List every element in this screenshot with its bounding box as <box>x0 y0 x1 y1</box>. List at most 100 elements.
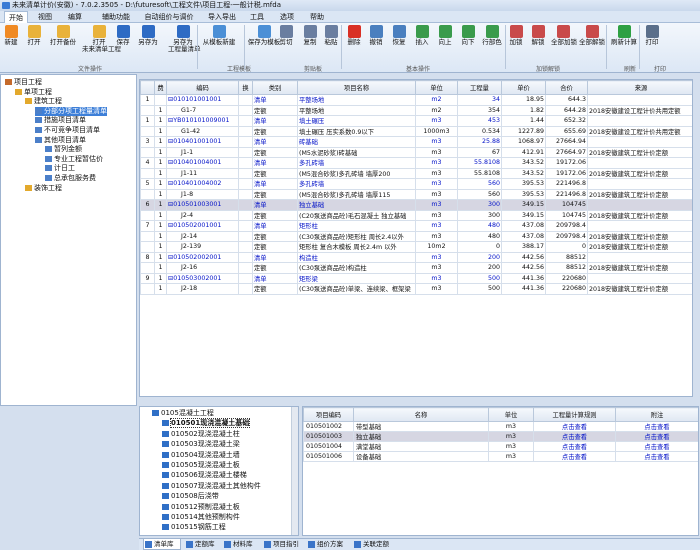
grid-cell[interactable] <box>238 94 253 106</box>
grid-cell[interactable]: 多孔砖墙 <box>297 157 416 169</box>
grid-cell[interactable] <box>238 104 253 116</box>
grid-cell[interactable]: m3 <box>415 157 458 169</box>
grid-cell[interactable]: 定额 <box>252 241 298 253</box>
grid-cell[interactable] <box>140 188 155 200</box>
library-cell[interactable]: 点击查看 <box>533 441 616 452</box>
tree-node[interactable]: 计日工 <box>45 164 75 173</box>
grid-cell[interactable]: 清单 <box>252 178 298 190</box>
grid-cell[interactable]: 清单 <box>252 94 298 106</box>
grid-cell[interactable]: 1.82 <box>501 104 546 116</box>
row-color-button[interactable]: 行部色 <box>481 25 503 46</box>
tab-0[interactable]: 开始 <box>4 11 28 23</box>
grid-cell[interactable]: 442.56 <box>501 262 546 274</box>
grid-cell[interactable]: ⊟010101001001 <box>166 94 239 106</box>
library-cell[interactable]: 满堂基础 <box>353 441 489 452</box>
grid-cell[interactable] <box>140 167 155 179</box>
grid-cell[interactable]: m3 <box>415 220 458 232</box>
grid-cell[interactable]: 1 <box>154 104 167 116</box>
tree-node[interactable]: 不可竞争项目清单 <box>35 126 100 135</box>
grid-cell[interactable]: m3 <box>415 136 458 148</box>
grid-cell[interactable]: 1 <box>154 167 167 179</box>
grid-cell[interactable]: 定额 <box>252 167 298 179</box>
library-column-header[interactable]: 名称 <box>353 407 489 422</box>
grid-cell[interactable]: 1 <box>154 136 167 148</box>
save-as-button[interactable]: 另存为 <box>138 25 158 46</box>
grid-cell[interactable]: 1 <box>154 220 167 232</box>
grid-cell[interactable]: 441.36 <box>501 283 546 295</box>
grid-cell[interactable]: m3 <box>415 209 458 221</box>
grid-cell[interactable]: 221496.8 <box>545 188 588 200</box>
grid-cell[interactable]: 定额 <box>252 125 298 137</box>
grid-cell[interactable]: 清单 <box>252 136 298 148</box>
grid-cell[interactable] <box>587 251 692 263</box>
library-tree-node[interactable]: 010501现浇混凝土基础 <box>162 418 251 429</box>
grid-cell[interactable]: 清单 <box>252 157 298 169</box>
grid-cell[interactable]: 8 <box>140 251 155 263</box>
table-row[interactable]: 6 1 ⊟010501003001 清单 独立基础 m3 300 349.15 104745 <box>140 199 692 211</box>
library-cell[interactable]: 010501002 <box>303 421 354 432</box>
tab-7[interactable]: 选项 <box>274 11 300 23</box>
grid-cell[interactable] <box>238 125 253 137</box>
grid-cell[interactable]: m3 <box>415 188 458 200</box>
library-cell[interactable]: 点击查看 <box>533 451 616 462</box>
grid-cell[interactable]: 395.53 <box>501 188 546 200</box>
library-tree-node[interactable]: 010504现浇混凝土墙 <box>162 451 240 460</box>
library-tree-node[interactable]: 0105混凝土工程 <box>152 409 214 418</box>
grid-cell[interactable]: m3 <box>415 272 458 284</box>
grid-cell[interactable]: 388.17 <box>501 241 546 253</box>
grid-cell[interactable]: 300 <box>457 209 502 221</box>
library-cell[interactable]: 点击查看 <box>615 421 698 432</box>
grid-column-header[interactable]: 合价 <box>545 80 588 95</box>
library-tab-3[interactable]: 项目指引 <box>263 539 307 550</box>
grid-cell[interactable] <box>587 157 692 169</box>
grid-cell[interactable]: 1 <box>154 146 167 158</box>
tree-node[interactable]: 暂列金额 <box>45 145 82 154</box>
grid-cell[interactable]: m3 <box>415 199 458 211</box>
grid-cell[interactable] <box>238 157 253 169</box>
cut-button[interactable]: 剪切 <box>277 25 295 46</box>
grid-cell[interactable] <box>140 146 155 158</box>
grid-cell[interactable]: 2018安徽建筑工程计价定额 <box>587 241 692 253</box>
library-tab-2[interactable]: 材料库 <box>223 539 261 550</box>
grid-cell[interactable]: 25.88 <box>457 136 502 148</box>
grid-cell[interactable]: J2-139 <box>166 241 239 253</box>
tree-node[interactable]: 项目工程 <box>5 78 42 87</box>
table-row[interactable]: 4 1 ⊟010401004001 清单 多孔砖墙 m3 55.8108 343.52 1917… <box>140 157 692 169</box>
grid-cell[interactable]: 652.32 <box>545 115 588 127</box>
library-cell[interactable]: 点击查看 <box>533 421 616 432</box>
grid-cell[interactable]: 1 <box>154 199 167 211</box>
grid-column-header[interactable]: 来源 <box>587 80 692 95</box>
grid-cell[interactable]: 填土碾压 压实系数0.9以下 <box>297 125 416 137</box>
grid-cell[interactable]: 442.56 <box>501 251 546 263</box>
grid-cell[interactable] <box>238 272 253 284</box>
grid-cell[interactable]: 67 <box>457 146 502 158</box>
grid-cell[interactable]: m3 <box>415 178 458 190</box>
grid-cell[interactable]: 多孔砖墙 <box>297 178 416 190</box>
tab-6[interactable]: 工具 <box>244 11 270 23</box>
tree-node[interactable]: 分部分项工程量清单 <box>35 106 107 116</box>
library-cell[interactable]: 010501006 <box>303 451 354 462</box>
grid-cell[interactable]: 1 <box>154 283 167 295</box>
grid-cell[interactable]: 1 <box>154 251 167 263</box>
library-cell[interactable]: 独立基础 <box>353 431 489 442</box>
new-file-button[interactable]: 新建 <box>3 25 19 46</box>
tab-4[interactable]: 自动组价与调价 <box>140 11 198 23</box>
grid-cell[interactable]: 560 <box>457 178 502 190</box>
library-column-header[interactable]: 工程量计算规则 <box>533 407 616 422</box>
tree-node[interactable]: 单项工程 <box>15 88 52 97</box>
grid-cell[interactable] <box>587 199 692 211</box>
grid-cell[interactable]: 453 <box>457 115 502 127</box>
grid-cell[interactable]: 1 <box>154 241 167 253</box>
grid-cell[interactable]: 27664.94 <box>545 136 588 148</box>
library-cell[interactable]: 点击查看 <box>615 431 698 442</box>
grid-cell[interactable]: 220680 <box>545 272 588 284</box>
table-row[interactable]: 1 J1-8 定额 (M5混合砂浆)多孔砖墙 墙厚115 m3 560 395.53 2214… <box>140 188 692 200</box>
grid-cell[interactable] <box>140 125 155 137</box>
grid-cell[interactable]: 6 <box>140 199 155 211</box>
grid-cell[interactable]: 1 <box>154 125 167 137</box>
grid-cell[interactable]: (C30泵送商品砼)单梁、连续梁、框架梁 <box>297 283 416 295</box>
library-cell[interactable]: 带型基础 <box>353 421 489 432</box>
grid-cell[interactable] <box>238 262 253 274</box>
grid-cell[interactable]: G1-7 <box>166 104 239 116</box>
library-tree-scrollbar[interactable] <box>291 407 298 535</box>
